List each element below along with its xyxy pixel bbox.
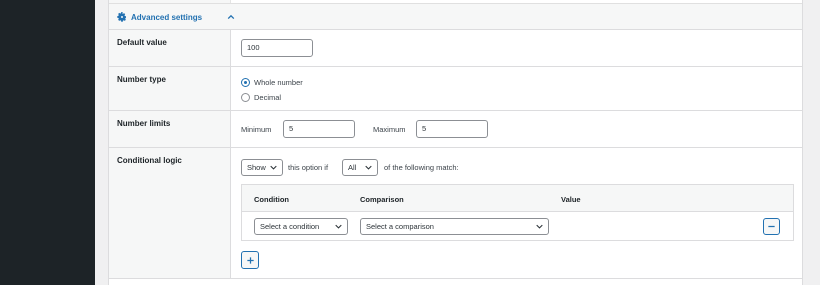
settings-panel: Advanced settings Default value 100 Numb… (108, 0, 803, 285)
plus-icon (246, 257, 254, 264)
column-condition: Condition (254, 195, 289, 204)
maximum-label: Maximum (373, 125, 406, 134)
main-content: Advanced settings Default value 100 Numb… (95, 0, 820, 285)
match-value: All (348, 163, 357, 172)
chevron-down-icon (270, 165, 277, 170)
maximum-input[interactable]: 5 (416, 120, 488, 138)
column-comparison: Comparison (360, 195, 404, 204)
remove-condition-button[interactable] (763, 218, 780, 235)
number-type-row: Number type Whole number Decimal (109, 67, 802, 111)
number-limits-row: Number limits Minimum 5 Maximum 5 (109, 111, 802, 148)
comparison-select-placeholder: Select a comparison (366, 222, 434, 231)
radio-decimal-control[interactable] (241, 92, 250, 102)
default-value-input[interactable]: 100 (241, 39, 313, 57)
minimum-input[interactable]: 5 (283, 120, 355, 138)
following-match-text: of the following match: (384, 163, 459, 172)
chevron-up-icon[interactable] (227, 13, 235, 21)
conditional-logic-label: Conditional logic (117, 156, 182, 165)
advanced-settings-title: Advanced settings (131, 13, 203, 22)
gear-icon (117, 12, 126, 22)
radio-decimal-label: Decimal (254, 92, 282, 102)
show-hide-select[interactable]: Show (241, 159, 283, 176)
option-if-text: this option if (288, 163, 329, 172)
number-type-label: Number type (117, 75, 166, 84)
condition-select[interactable]: Select a condition (254, 218, 348, 235)
default-value-label: Default value (117, 38, 167, 47)
admin-sidebar (0, 0, 95, 285)
chevron-down-icon (365, 165, 372, 170)
radio-decimal[interactable]: Decimal (241, 91, 281, 103)
comparison-select[interactable]: Select a comparison (360, 218, 549, 235)
condition-select-placeholder: Select a condition (260, 222, 320, 231)
add-condition-button[interactable] (241, 251, 259, 269)
match-select[interactable]: All (342, 159, 378, 176)
chevron-down-icon (335, 224, 342, 229)
show-hide-value: Show (247, 163, 266, 172)
advanced-settings-toggle[interactable]: Advanced settings (109, 3, 802, 30)
column-value: Value (561, 195, 581, 204)
chevron-down-icon (536, 224, 543, 229)
minus-icon (768, 225, 775, 228)
conditions-table: Condition Comparison Value Select a cond… (241, 184, 794, 241)
minimum-label: Minimum (241, 125, 272, 134)
conditions-table-header: Condition Comparison Value (242, 185, 793, 212)
conditional-logic-row: Conditional logic Show this option if Al… (109, 148, 802, 279)
radio-whole-number-control[interactable] (241, 77, 250, 87)
radio-whole-number[interactable]: Whole number (241, 76, 303, 88)
radio-whole-number-label: Whole number (254, 77, 303, 87)
number-limits-label: Number limits (117, 119, 171, 128)
default-value-row: Default value 100 (109, 30, 802, 67)
